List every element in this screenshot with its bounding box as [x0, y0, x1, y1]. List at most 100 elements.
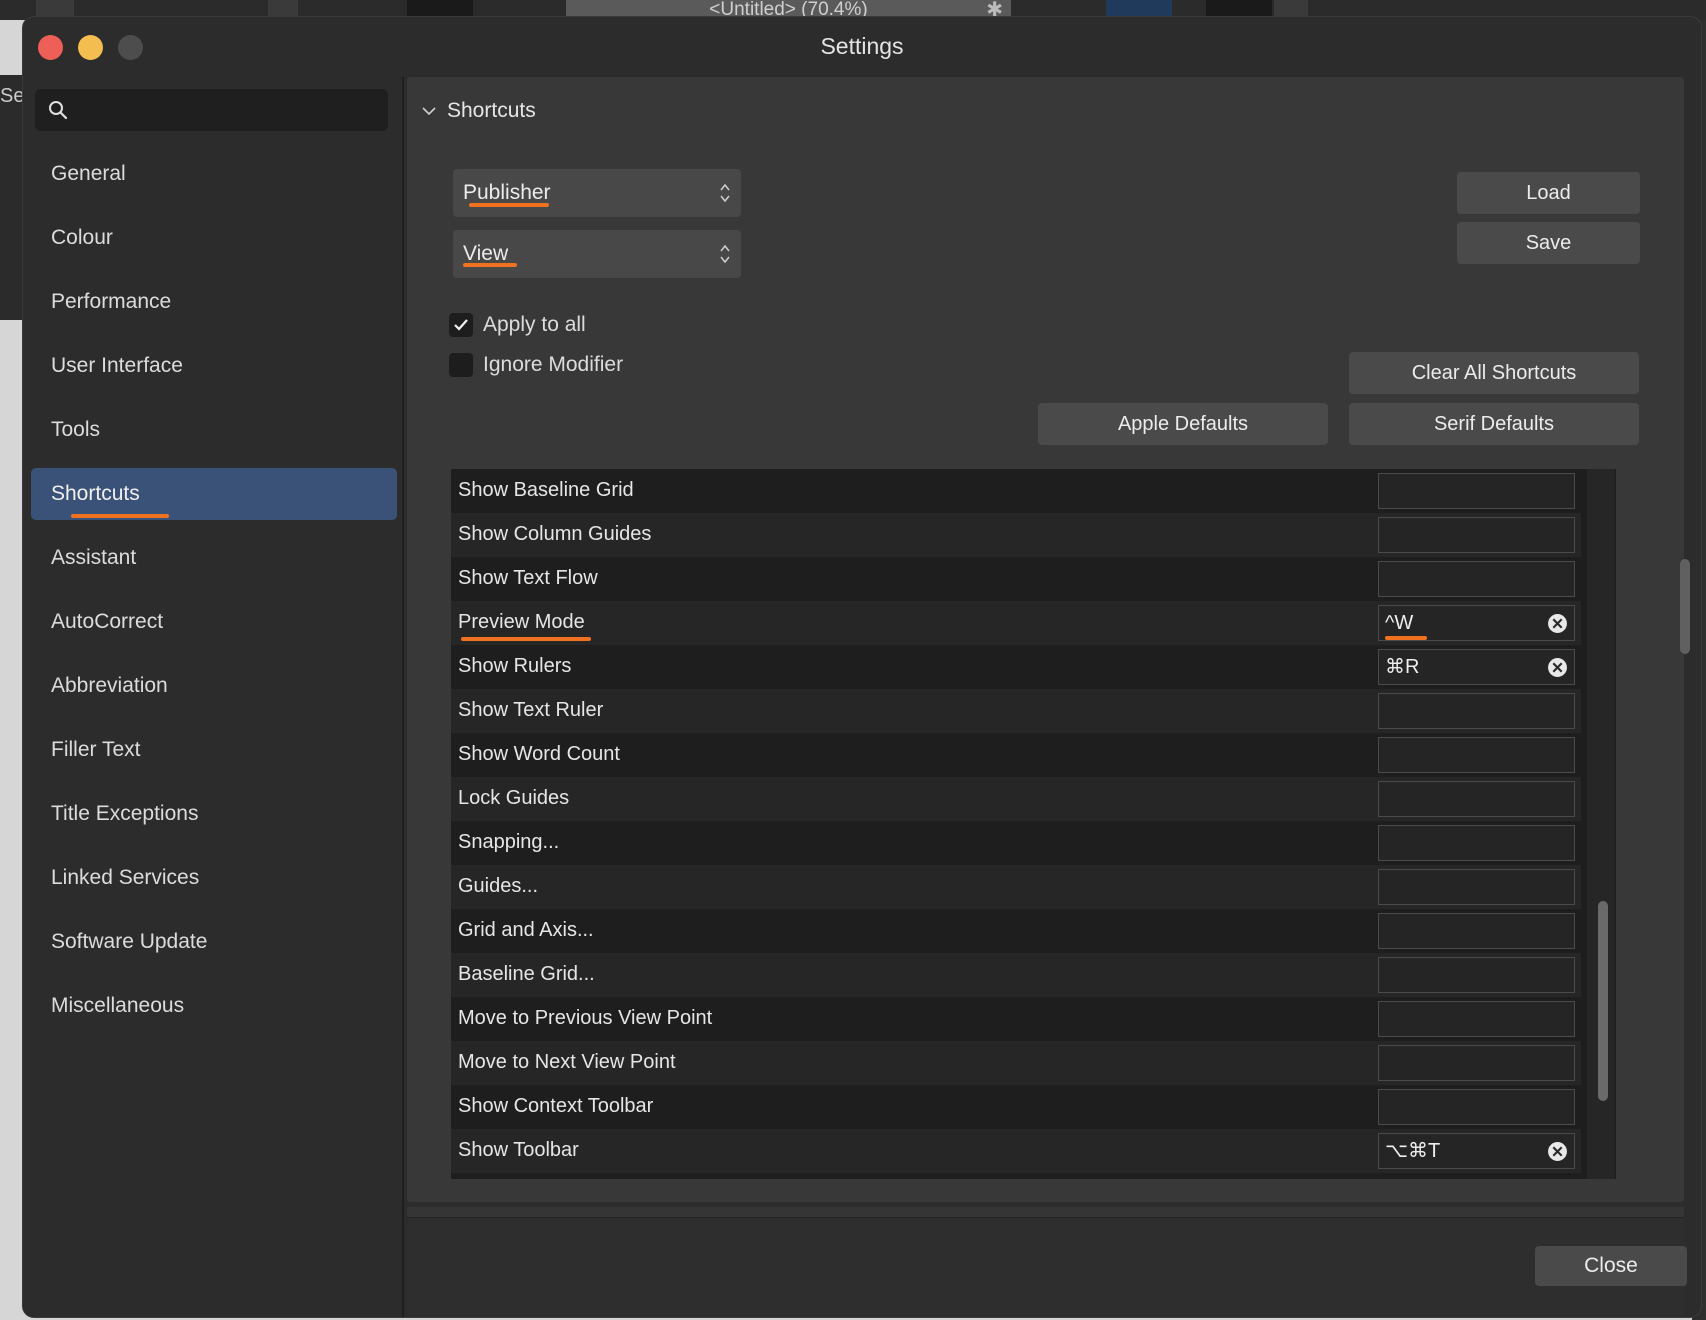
- annotation-underline: [461, 637, 591, 641]
- settings-sidebar: General Colour Performance User Interface To…: [23, 77, 404, 1317]
- shortcut-row[interactable]: Show Baseline Grid: [451, 469, 1581, 513]
- sidebar-item-linked-services[interactable]: Linked Services: [31, 852, 397, 904]
- shortcut-name: Show Rulers: [458, 655, 572, 677]
- shortcut-row[interactable]: Snapping...: [451, 821, 1581, 865]
- sidebar-item-label: Colour: [51, 226, 113, 249]
- shortcut-row[interactable]: Preview Mode ^W: [451, 601, 1581, 645]
- sidebar-item-label: Assistant: [51, 546, 137, 569]
- sidebar-item-user-interface[interactable]: User Interface: [31, 340, 397, 392]
- search-box[interactable]: [35, 89, 388, 131]
- search-icon: [49, 101, 68, 120]
- sidebar-item-label: Linked Services: [51, 866, 200, 889]
- clear-all-shortcuts-button[interactable]: Clear All Shortcuts: [1349, 352, 1639, 394]
- shortcut-row[interactable]: Move to Next View Point: [451, 1041, 1581, 1085]
- app-select-value: Publisher: [463, 181, 551, 204]
- shortcut-row[interactable]: Move to Previous View Point: [451, 997, 1581, 1041]
- sidebar-item-autocorrect[interactable]: AutoCorrect: [31, 596, 397, 648]
- shortcut-row[interactable]: Show Toolbar ⌥⌘T: [451, 1129, 1581, 1173]
- list-scrollbar-thumb[interactable]: [1598, 901, 1608, 1101]
- shortcut-name: Show Word Count: [458, 743, 620, 765]
- shortcut-name: Snapping...: [458, 831, 560, 853]
- shortcut-key-field[interactable]: [1378, 957, 1575, 993]
- shortcut-row[interactable]: Show Column Guides: [451, 513, 1581, 557]
- sidebar-item-colour[interactable]: Colour: [31, 212, 397, 264]
- shortcut-key-value: ⌘R: [1385, 656, 1420, 678]
- sidebar-item-label: Title Exceptions: [51, 802, 199, 825]
- save-button[interactable]: Save: [1457, 222, 1640, 264]
- serif-defaults-button[interactable]: Serif Defaults: [1349, 403, 1639, 445]
- shortcut-name: Baseline Grid...: [458, 963, 595, 985]
- shortcut-key-field[interactable]: [1378, 825, 1575, 861]
- select-arrows-icon: [720, 183, 730, 203]
- shortcut-key-field[interactable]: [1378, 1045, 1575, 1081]
- close-button[interactable]: Close: [1535, 1246, 1687, 1286]
- shortcuts-panel: Shortcuts Publisher View Load Save Apply…: [407, 77, 1684, 1202]
- sidebar-item-assistant[interactable]: Assistant: [31, 532, 397, 584]
- sidebar-item-filler-text[interactable]: Filler Text: [31, 724, 397, 776]
- sidebar-item-general[interactable]: General: [31, 148, 397, 200]
- shortcut-row[interactable]: Show Text Flow: [451, 557, 1581, 601]
- shortcut-row[interactable]: Grid and Axis...: [451, 909, 1581, 953]
- shortcut-key-field[interactable]: ⌘R: [1378, 649, 1575, 685]
- shortcut-key-field[interactable]: [1378, 869, 1575, 905]
- shortcut-row[interactable]: Baseline Grid...: [451, 953, 1581, 997]
- apply-to-all-label: Apply to all: [483, 313, 586, 336]
- shortcut-name: Preview Mode: [458, 611, 585, 633]
- app-document-close-icon[interactable]: ✱: [986, 0, 1003, 17]
- load-button[interactable]: Load: [1457, 172, 1640, 214]
- shortcut-row[interactable]: Show Context Toolbar: [451, 1085, 1581, 1129]
- sidebar-item-software-update[interactable]: Software Update: [31, 916, 397, 968]
- shortcut-key-field[interactable]: [1378, 561, 1575, 597]
- shortcut-key-field[interactable]: [1378, 473, 1575, 509]
- shortcut-name: Show Text Ruler: [458, 699, 604, 721]
- annotation-underline: [469, 203, 549, 207]
- clear-shortcut-icon[interactable]: [1547, 1141, 1568, 1162]
- chevron-down-icon: [422, 107, 436, 116]
- shortcut-name: Guides...: [458, 875, 539, 897]
- apple-defaults-button[interactable]: Apple Defaults: [1038, 403, 1328, 445]
- search-input[interactable]: [79, 95, 379, 125]
- shortcuts-section-header[interactable]: Shortcuts: [421, 99, 536, 123]
- shortcut-name: Show Context Toolbar: [458, 1095, 654, 1117]
- shortcut-name: Grid and Axis...: [458, 919, 594, 941]
- apply-to-all-checkbox[interactable]: [449, 313, 473, 337]
- shortcut-name: Show Column Guides: [458, 523, 652, 545]
- shortcut-key-field[interactable]: [1378, 693, 1575, 729]
- background-app-side-panel: Se: [0, 75, 24, 320]
- sidebar-item-abbreviation[interactable]: Abbreviation: [31, 660, 397, 712]
- shortcut-row[interactable]: Guides...: [451, 865, 1581, 909]
- ignore-modifier-checkbox[interactable]: [449, 353, 473, 377]
- shortcut-row[interactable]: Show Text Ruler: [451, 689, 1581, 733]
- shortcut-key-field[interactable]: [1378, 1001, 1575, 1037]
- shortcut-name: Lock Guides: [458, 787, 570, 809]
- shortcut-key-field[interactable]: [1378, 737, 1575, 773]
- shortcut-key-field[interactable]: [1378, 781, 1575, 817]
- shortcut-key-field[interactable]: [1378, 517, 1575, 553]
- shortcut-row[interactable]: Show Rulers ⌘R: [451, 645, 1581, 689]
- sidebar-item-miscellaneous[interactable]: Miscellaneous: [31, 980, 397, 1032]
- sidebar-item-shortcuts[interactable]: Shortcuts: [31, 468, 397, 520]
- clear-shortcut-icon[interactable]: [1547, 613, 1568, 634]
- section-title: Shortcuts: [447, 99, 536, 122]
- ignore-modifier-label: Ignore Modifier: [483, 353, 624, 376]
- shortcut-key-field[interactable]: [1378, 913, 1575, 949]
- shortcut-name: Move to Next View Point: [458, 1051, 676, 1073]
- shortcut-key-value: ⌥⌘T: [1385, 1140, 1441, 1162]
- shortcut-name: Move to Previous View Point: [458, 1007, 713, 1029]
- select-arrows-icon: [720, 244, 730, 264]
- shortcut-key-field[interactable]: [1378, 1089, 1575, 1125]
- category-select[interactable]: View: [453, 230, 741, 278]
- app-select[interactable]: Publisher: [453, 169, 741, 217]
- sidebar-item-tools[interactable]: Tools: [31, 404, 397, 456]
- shortcut-name: Show Toolbar: [458, 1139, 579, 1161]
- sidebar-item-title-exceptions[interactable]: Title Exceptions: [31, 788, 397, 840]
- clear-shortcut-icon[interactable]: [1547, 657, 1568, 678]
- app-document-tab[interactable]: <Untitled> (70.4%) ✱: [566, 0, 1011, 17]
- shortcut-row[interactable]: Show Word Count: [451, 733, 1581, 777]
- shortcut-key-field[interactable]: ⌥⌘T: [1378, 1133, 1575, 1169]
- shortcut-row[interactable]: Lock Guides: [451, 777, 1581, 821]
- sidebar-item-performance[interactable]: Performance: [31, 276, 397, 328]
- panel-scrollbar-thumb[interactable]: [1680, 559, 1690, 654]
- annotation-underline: [1385, 636, 1427, 640]
- shortcut-list: Show Baseline Grid Show Column Guides Show…: [451, 469, 1616, 1179]
